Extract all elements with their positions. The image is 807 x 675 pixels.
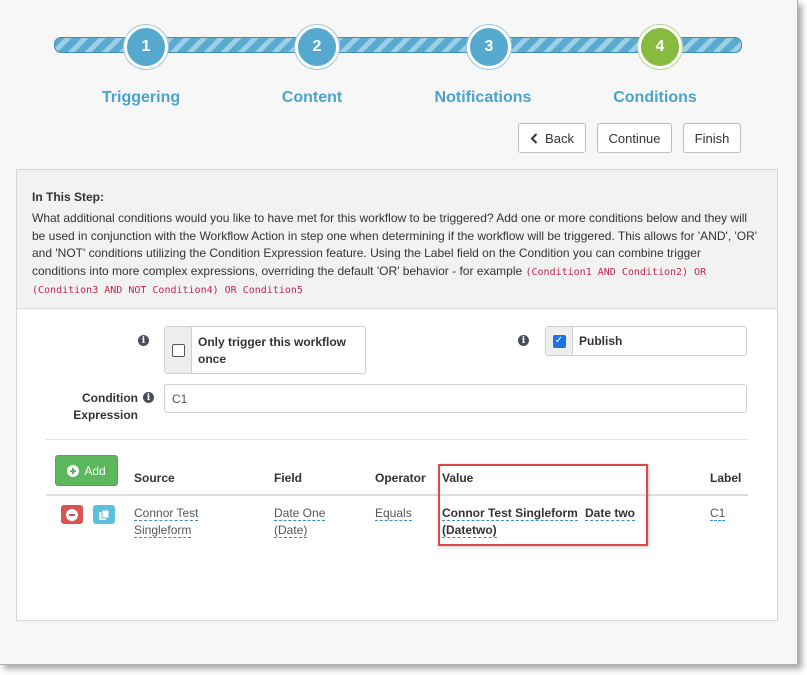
row-field[interactable]: Date One (Date): [274, 505, 339, 539]
condition-expression-label: Condition Expression: [73, 391, 138, 422]
row-label[interactable]: C1: [710, 505, 726, 522]
step-2-label[interactable]: Content: [282, 89, 342, 107]
trigger-once-info-icon[interactable]: i: [138, 335, 149, 346]
publish-checkbox[interactable]: ✓: [552, 334, 566, 348]
row-source-text[interactable]: Connor Test Singleform: [134, 506, 199, 538]
step-4-number: 4: [655, 38, 665, 55]
step-1-circle[interactable]: 1: [124, 25, 168, 69]
condition-expression-info-icon[interactable]: i: [143, 392, 154, 403]
trigger-once-checkbox[interactable]: [171, 343, 185, 357]
step-2-number: 2: [312, 38, 322, 55]
row-field-text[interactable]: Date One (Date): [274, 506, 326, 538]
back-label: Back: [545, 130, 574, 146]
trigger-once-checkbox-addon: [165, 327, 192, 373]
copy-condition-button[interactable]: [93, 505, 115, 524]
step-3-number: 3: [484, 38, 494, 55]
step-info-box: In This Step: What additional conditions…: [17, 170, 777, 309]
step-1-number: 1: [141, 38, 151, 55]
chevron-left-icon: [530, 132, 538, 144]
info-title: In This Step:: [32, 190, 104, 204]
delete-condition-button[interactable]: [61, 505, 83, 524]
publish-checkbox-addon: ✓: [546, 327, 573, 355]
minus-circle-icon: [66, 508, 78, 521]
continue-label: Continue: [608, 130, 661, 146]
finish-button[interactable]: Finish: [683, 123, 741, 153]
publish-info-icon[interactable]: i: [518, 335, 529, 346]
row-operator[interactable]: Equals: [375, 505, 412, 522]
step-2-circle[interactable]: 2: [295, 25, 339, 69]
info-text: What additional conditions would you lik…: [32, 210, 758, 300]
publish-label: Publish: [579, 334, 623, 348]
step-4-circle[interactable]: 4: [638, 25, 682, 69]
continue-button[interactable]: Continue: [597, 123, 672, 153]
add-condition-button[interactable]: Add: [55, 455, 118, 486]
step-3-label[interactable]: Notifications: [435, 89, 532, 107]
condition-expression-input[interactable]: [164, 384, 747, 413]
step-3-circle[interactable]: 3: [467, 25, 511, 69]
finish-label: Finish: [694, 130, 730, 146]
header-operator[interactable]: Operator: [375, 471, 426, 485]
header-label[interactable]: Label: [710, 471, 741, 485]
step-4-label[interactable]: Conditions: [613, 89, 697, 107]
add-label: Add: [84, 463, 106, 478]
step-1-label[interactable]: Triggering: [102, 89, 180, 107]
trigger-once-label: Only trigger this workflow once: [198, 335, 347, 366]
section-divider: [46, 439, 748, 440]
row-label-text[interactable]: C1: [710, 506, 726, 521]
copy-icon: [99, 509, 110, 520]
back-button[interactable]: Back: [518, 123, 586, 153]
row-operator-text[interactable]: Equals: [375, 506, 412, 521]
publish-group: ✓ Publish: [545, 326, 747, 356]
header-field[interactable]: Field: [274, 471, 302, 485]
header-source[interactable]: Source: [134, 471, 175, 485]
plus-circle-icon: [67, 464, 80, 477]
value-highlight-box: [438, 464, 648, 546]
row-source[interactable]: Connor Test Singleform: [134, 505, 214, 539]
trigger-once-group: Only trigger this workflow once: [164, 326, 366, 374]
workflow-wizard: 1 2 3 4 Triggering Content Notifications…: [0, 0, 798, 665]
